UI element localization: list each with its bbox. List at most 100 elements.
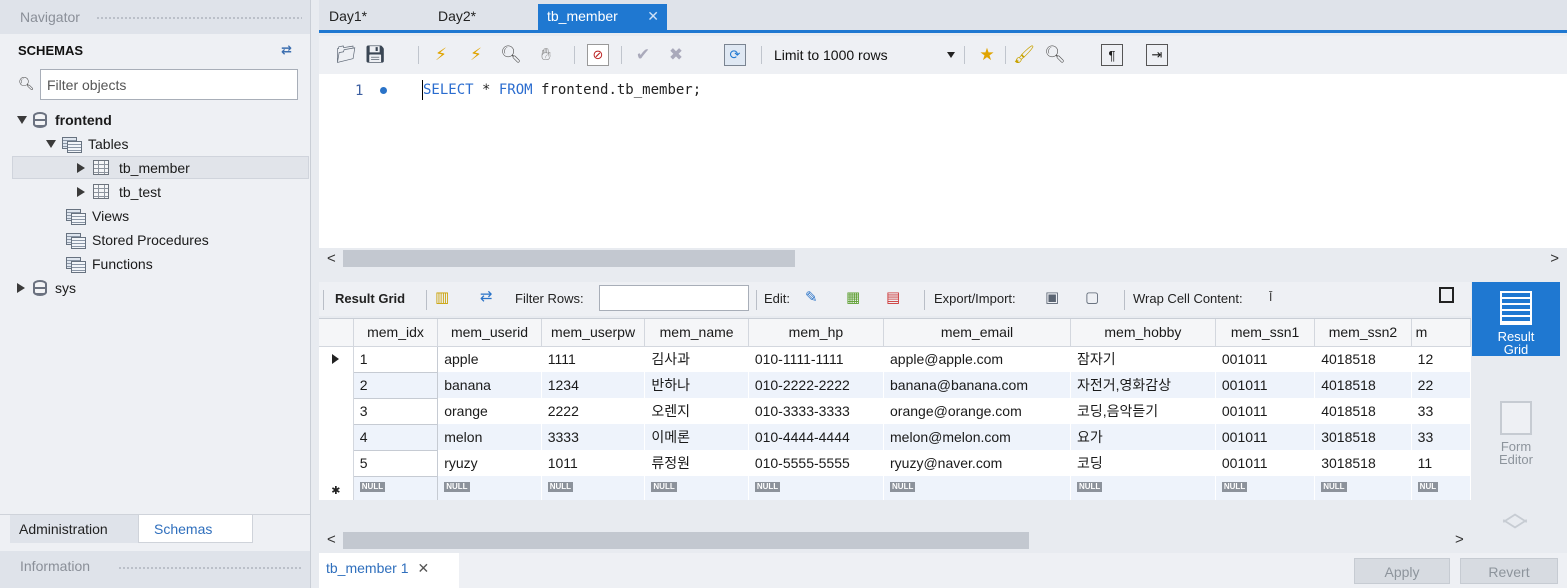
sql-statement[interactable]: SELECT * FROM frontend.tb_member; — [423, 82, 701, 98]
table-cell[interactable]: 11 — [1411, 450, 1470, 476]
row-selector[interactable]: ✱ — [319, 476, 354, 500]
expand-arrow-icon[interactable] — [46, 139, 56, 148]
table-cell[interactable]: 4 — [352, 423, 439, 451]
scrollbar-thumb[interactable] — [343, 532, 1029, 549]
table-cell[interactable]: 류정원 — [645, 450, 748, 476]
tree-item-functions[interactable]: Functions — [66, 252, 153, 275]
scroll-right-icon[interactable]: > — [1455, 531, 1464, 548]
table-row[interactable]: 1 apple 1111 김사과 010-1111-1111 apple@app… — [319, 345, 1471, 373]
table-cell[interactable]: NULL — [1215, 476, 1315, 500]
table-cell[interactable]: 1111 — [541, 346, 645, 372]
column-header[interactable]: mem_hp — [748, 319, 885, 347]
column-header[interactable]: mem_idx — [353, 319, 439, 347]
table-cell[interactable]: banana@banana.com — [883, 372, 1071, 398]
row-selector[interactable] — [319, 424, 354, 450]
table-cell[interactable]: 자전거,영화감상 — [1070, 372, 1216, 398]
refresh-icon[interactable]: ⇄ — [480, 287, 493, 305]
autocommit-icon[interactable]: ⟳ — [724, 44, 746, 66]
column-header[interactable]: mem_email — [883, 319, 1071, 347]
scroll-left-icon[interactable]: < — [327, 531, 336, 548]
rollback-icon[interactable]: ✖ — [665, 44, 687, 66]
grid-horizontal-scrollbar[interactable]: < > — [319, 529, 1471, 551]
tab-result-tb-member-1[interactable]: tb_member 1 ✕ — [319, 553, 459, 588]
table-cell[interactable]: NUL — [1411, 476, 1471, 500]
save-icon[interactable]: 💾︎ — [364, 44, 386, 66]
table-row[interactable]: 4 melon 3333 이메론 010-4444-4444 melon@mel… — [319, 423, 1471, 451]
column-header[interactable]: mem_ssn1 — [1215, 319, 1316, 347]
table-cell[interactable]: 이메론 — [644, 424, 749, 450]
table-cell[interactable]: melon — [437, 424, 542, 450]
table-cell[interactable]: 요가 — [1070, 424, 1216, 450]
table-cell[interactable]: 001011 — [1215, 346, 1314, 372]
explain-icon[interactable]: 🔍︎ — [500, 44, 522, 66]
filter-rows-input[interactable] — [599, 285, 749, 311]
column-header[interactable]: mem_ssn2 — [1314, 319, 1412, 347]
table-cell[interactable]: 010-1111-1111 — [748, 346, 883, 372]
table-cell[interactable]: 010-2222-2222 — [748, 372, 884, 398]
table-cell[interactable]: NULL — [541, 476, 645, 500]
wrap-cell-icon[interactable]: Ī — [1269, 290, 1272, 304]
wrap-lines-icon[interactable]: ⇥ — [1146, 44, 1168, 66]
invisible-chars-icon[interactable]: ¶ — [1101, 44, 1123, 66]
table-cell[interactable]: 010-5555-5555 — [748, 450, 883, 476]
row-selector[interactable] — [319, 372, 354, 398]
column-header[interactable]: mem_hobby — [1070, 319, 1216, 347]
row-selector[interactable] — [319, 398, 354, 424]
limit-rows-select[interactable]: Limit to 1000 rows — [774, 44, 959, 66]
result-grid-view-button[interactable]: Result Grid — [1472, 282, 1560, 356]
form-editor-button[interactable]: Form Editor — [1472, 392, 1560, 466]
close-icon[interactable]: ✕ — [417, 560, 429, 576]
table-cell[interactable]: 001011 — [1215, 424, 1315, 450]
tab-day2[interactable]: Day2* — [438, 4, 476, 30]
tab-tb-member[interactable]: tb_member ✕ — [538, 4, 667, 30]
tab-day1[interactable]: Day1* — [329, 4, 367, 30]
table-cell[interactable]: 12 — [1411, 346, 1470, 372]
toggle-error-stop-icon[interactable]: ⊘ — [587, 44, 609, 66]
tree-item-sys[interactable]: sys — [17, 276, 76, 299]
panel-scroll-arrows[interactable]: ︿ ﹀ — [1502, 499, 1528, 545]
delete-row-icon[interactable]: ▤ — [886, 288, 900, 306]
table-cell[interactable]: 33 — [1411, 424, 1471, 450]
table-cell[interactable]: apple — [438, 346, 541, 372]
table-cell[interactable]: 33 — [1411, 398, 1470, 424]
tab-schemas[interactable]: Schemas — [138, 515, 253, 543]
table-cell[interactable]: NULL — [1070, 476, 1216, 500]
filter-objects-input[interactable] — [40, 69, 298, 100]
table-cell[interactable]: NULL — [1314, 476, 1412, 500]
scrollbar-thumb[interactable] — [343, 250, 795, 267]
table-cell[interactable]: 1 — [352, 345, 439, 373]
table-cell[interactable]: 4018518 — [1314, 372, 1412, 398]
table-cell[interactable]: 코딩 — [1070, 450, 1215, 476]
find-icon[interactable]: 🔍︎ — [1044, 44, 1066, 66]
column-header[interactable]: m — [1411, 319, 1471, 347]
table-cell[interactable]: 010-4444-4444 — [748, 424, 884, 450]
table-cell[interactable]: melon@melon.com — [883, 424, 1071, 450]
new-row[interactable]: ✱ NULL NULL NULL NULL NULL NULL NULL NUL… — [319, 475, 1471, 500]
table-cell[interactable]: 001011 — [1215, 398, 1314, 424]
table-cell[interactable]: 3 — [352, 397, 439, 425]
table-cell[interactable]: 2222 — [541, 398, 645, 424]
result-grid-button[interactable]: Result Grid — [335, 291, 405, 306]
table-cell[interactable]: 22 — [1411, 372, 1471, 398]
table-cell[interactable]: orange — [438, 398, 541, 424]
table-cell[interactable]: 1234 — [541, 372, 645, 398]
tree-item-views[interactable]: Views — [66, 204, 129, 227]
table-cell[interactable]: NULL — [644, 476, 749, 500]
table-cell[interactable]: 4018518 — [1315, 398, 1411, 424]
table-cell[interactable]: NULL — [883, 476, 1071, 500]
table-cell[interactable]: 010-3333-3333 — [748, 398, 883, 424]
table-cell[interactable]: ryuzy — [438, 450, 541, 476]
tree-item-frontend[interactable]: frontend — [17, 108, 112, 131]
refresh-icon[interactable]: ⇄ — [281, 42, 292, 58]
table-cell[interactable]: 반하나 — [644, 372, 749, 398]
table-cell[interactable]: ryuzy@naver.com — [884, 450, 1071, 476]
table-cell[interactable]: NULL — [748, 476, 884, 500]
close-icon[interactable]: ✕ — [647, 8, 659, 25]
table-cell[interactable]: 001011 — [1215, 372, 1315, 398]
column-header[interactable]: mem_userid — [437, 319, 542, 347]
toggle-panel-icon[interactable] — [1439, 287, 1454, 303]
table-cell[interactable]: apple@apple.com — [884, 346, 1071, 372]
beautify-icon[interactable]: 🖌︎ — [1013, 44, 1035, 66]
table-row[interactable]: 3 orange 2222 오렌지 010-3333-3333 orange@o… — [319, 397, 1471, 425]
scroll-right-icon[interactable]: > — [1550, 250, 1559, 267]
